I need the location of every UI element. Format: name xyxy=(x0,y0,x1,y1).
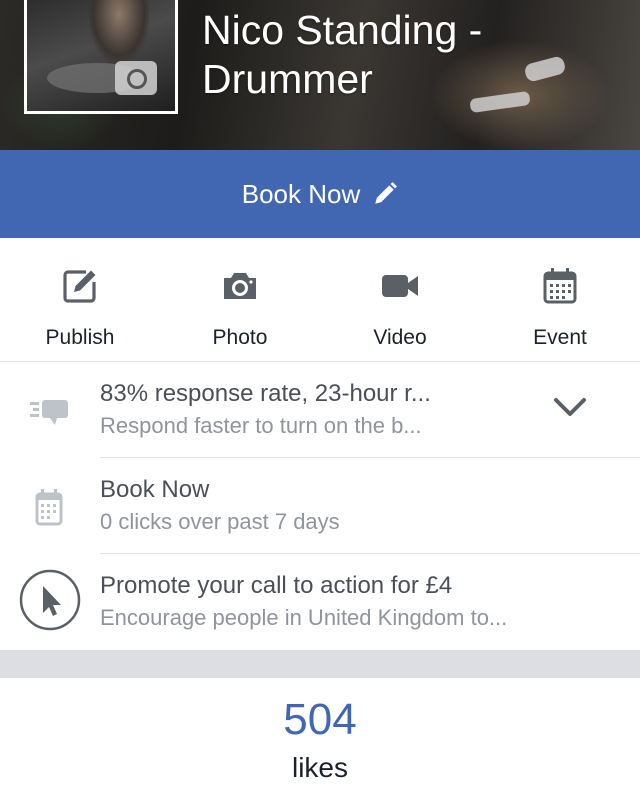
camera-icon xyxy=(224,273,256,299)
promote-cta-title: Promote your call to action for £4 xyxy=(100,572,453,599)
composer-actions: Publish Photo Video Event xyxy=(0,238,640,362)
likes-label: likes xyxy=(291,752,348,783)
message-bubble-icon xyxy=(30,400,68,425)
photo-label: Photo xyxy=(212,326,268,349)
event-label: Event xyxy=(533,326,587,349)
photo-button[interactable]: Photo xyxy=(160,238,320,361)
book-now-label: Book Now xyxy=(241,178,361,209)
page-title-line2: Drummer xyxy=(202,56,373,102)
page-title-line1: Nico Standing - xyxy=(202,7,483,53)
response-rate-title: 83% response rate, 23-hour r... xyxy=(100,380,431,407)
book-now-button[interactable]: Book Now xyxy=(0,150,640,238)
pencil-icon xyxy=(375,182,398,204)
book-now-insight-subtitle: 0 clicks over past 7 days xyxy=(100,509,340,534)
book-now-insight-title: Book Now xyxy=(100,476,210,503)
response-rate-subtitle: Respond faster to turn on the b... xyxy=(100,413,422,438)
video-button[interactable]: Video xyxy=(320,238,480,361)
likes-count: 504 xyxy=(283,695,357,744)
promote-cta-subtitle: Encourage people in United Kingdom to... xyxy=(100,605,508,630)
likes-summary[interactable]: 504 likes xyxy=(0,690,640,786)
calendar-icon xyxy=(543,268,577,304)
response-rate-row[interactable]: 83% response rate, 23-hour r... Respond … xyxy=(0,362,640,458)
promote-cta-row[interactable]: Promote your call to action for £4 Encou… xyxy=(0,554,640,650)
cursor-icon xyxy=(19,569,81,631)
book-now-insight-row[interactable]: Book Now 0 clicks over past 7 days xyxy=(0,458,640,554)
video-camera-icon xyxy=(382,275,418,297)
publish-button[interactable]: Publish xyxy=(0,238,160,361)
edit-icon xyxy=(63,270,96,303)
cover-photo[interactable]: Nico Standing - Drummer xyxy=(0,0,640,150)
change-photo-camera-icon[interactable] xyxy=(115,61,157,95)
page-title: Nico Standing - Drummer xyxy=(202,6,622,104)
section-divider xyxy=(0,650,640,678)
publish-label: Publish xyxy=(45,326,115,349)
video-label: Video xyxy=(373,326,427,349)
chevron-down-icon[interactable] xyxy=(550,392,590,422)
event-button[interactable]: Event xyxy=(480,238,640,361)
profile-picture[interactable] xyxy=(24,0,178,114)
profile-figure xyxy=(89,0,149,63)
calendar-icon xyxy=(35,489,63,526)
